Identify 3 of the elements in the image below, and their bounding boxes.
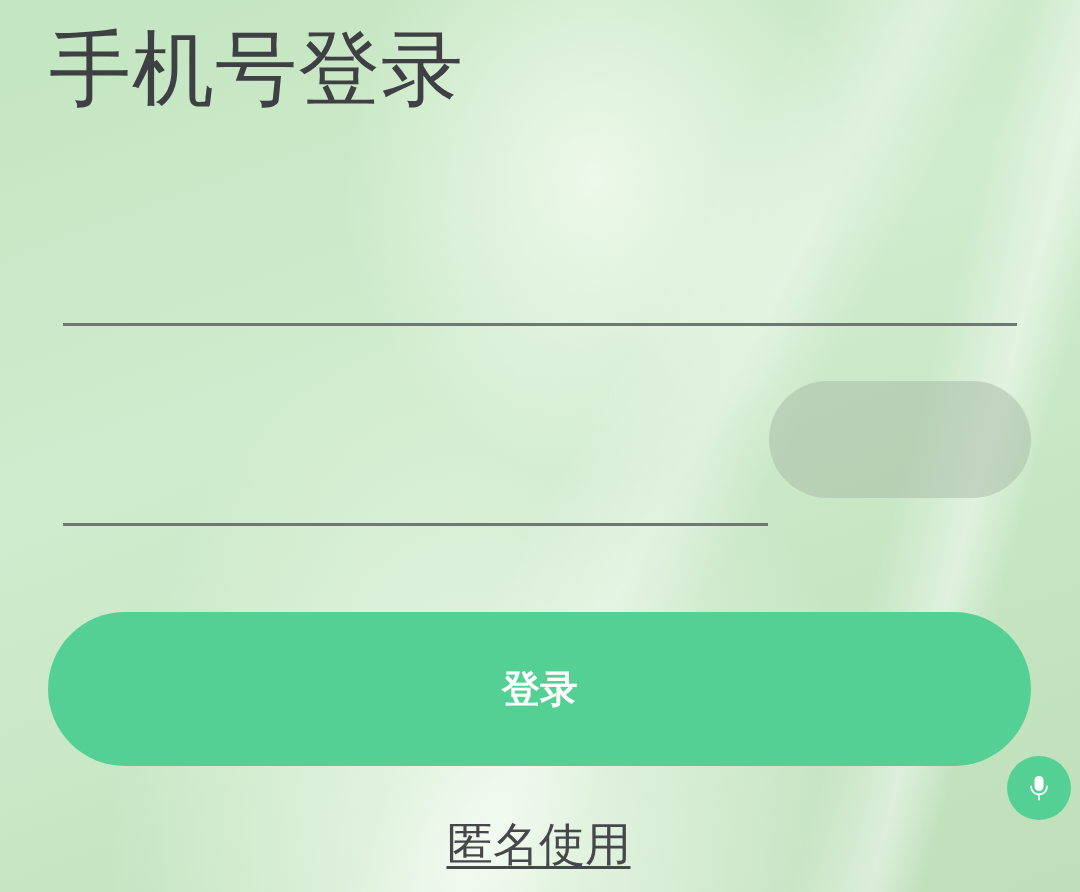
anonymous-link[interactable]: 匿名使用 (446, 816, 631, 872)
microphone-icon (1029, 775, 1049, 801)
page-title: 手机号登录 (49, 22, 464, 116)
